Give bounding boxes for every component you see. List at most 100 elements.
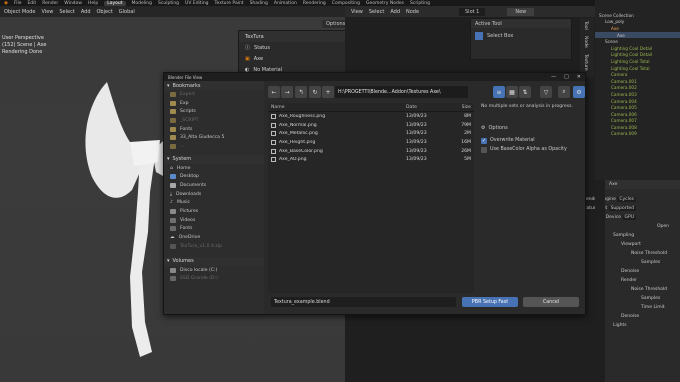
select-menu[interactable]: Select — [59, 9, 74, 15]
close-icon[interactable]: ✕ — [577, 74, 581, 80]
bookmark-item[interactable]: _SCRIPT — [164, 116, 264, 125]
orientation-dropdown[interactable]: Global — [119, 9, 135, 15]
system-item-documents[interactable]: Documents — [164, 181, 264, 190]
list-view-icon[interactable]: ≡ — [493, 86, 505, 98]
tab-tool[interactable]: Tool — [580, 18, 591, 33]
node-add-menu[interactable]: Add — [390, 9, 400, 15]
file-row[interactable]: Axe_BaseColor.png 13/09/23 26M — [268, 147, 474, 156]
outliner-item[interactable]: Axe — [595, 25, 680, 32]
outliner-item[interactable]: Scene Collection — [595, 12, 680, 19]
system-item-onedrive[interactable]: ☁ OneDrive — [164, 233, 264, 242]
node-node-menu[interactable]: Node — [406, 9, 419, 15]
menu-help[interactable]: Help — [88, 1, 98, 6]
system-header[interactable]: ▾ System — [164, 154, 264, 164]
tab-node[interactable]: Node — [580, 33, 591, 51]
sort-icon[interactable]: ⇅ — [519, 86, 531, 98]
volume-item[interactable]: Disco locale (C:) — [164, 266, 264, 275]
prop-lights[interactable]: Lights — [595, 321, 680, 330]
outliner-item[interactable]: Camera.002 — [595, 85, 680, 92]
outliner-item[interactable]: Low_poly — [595, 19, 680, 26]
outliner-item[interactable]: Camera.007 — [595, 118, 680, 125]
outliner-item[interactable]: Camera.009 — [595, 131, 680, 138]
add-menu[interactable]: Add — [81, 9, 91, 15]
parent-folder-icon[interactable]: ↰ — [295, 86, 307, 98]
path-field[interactable]: H:\PROGETTI\Blende...Addon\Textures Axe\ — [335, 86, 468, 98]
bookmark-item[interactable]: Scripts — [164, 107, 264, 116]
overwrite-checkbox[interactable]: ✓ — [481, 137, 487, 144]
new-folder-icon[interactable]: + — [322, 86, 334, 98]
volume-item[interactable]: SSD Grande (D:) — [164, 274, 264, 283]
outliner-item[interactable]: Lighting Cool Total — [595, 58, 680, 65]
menu-file[interactable]: File — [14, 1, 22, 6]
tab-scripting[interactable]: Scripting — [410, 1, 430, 6]
column-size[interactable]: Size — [446, 105, 471, 110]
menu-window[interactable]: Window — [64, 1, 82, 6]
tab-geometry-nodes[interactable]: Geometry Nodes — [366, 1, 404, 6]
prop-sampling[interactable]: Sampling — [595, 231, 680, 240]
search-icon[interactable]: ⌕ — [558, 86, 570, 98]
prop-denoise-render[interactable]: Denoise — [595, 312, 680, 321]
tab-layout[interactable]: Layout — [104, 0, 126, 6]
outliner-item[interactable]: Lighting Cool Detail — [595, 45, 680, 52]
system-item-desktop[interactable]: Desktop — [164, 173, 264, 182]
tab-uv-editing[interactable]: UV Editing — [185, 1, 208, 6]
bookmark-item[interactable]: ... — [164, 142, 264, 151]
outliner-item[interactable]: Camera.008 — [595, 124, 680, 131]
outliner-item[interactable]: Camera.001 — [595, 78, 680, 85]
outliner-item[interactable]: Lighting Cool Total — [595, 65, 680, 72]
tab-rendering[interactable]: Rendering — [303, 1, 326, 6]
outliner-item[interactable]: Camera.004 — [595, 98, 680, 105]
basecolor-alpha-option[interactable]: Use BaseColor Alpha as Opacity — [478, 145, 585, 154]
system-item-music[interactable]: ♪ Music — [164, 199, 264, 208]
prop-denoise[interactable]: Denoise — [595, 267, 680, 276]
prop-device[interactable]: Device GPU — [595, 213, 680, 222]
column-date[interactable]: Date — [406, 105, 446, 110]
back-arrow-icon[interactable]: ← — [268, 86, 280, 98]
tab-modeling[interactable]: Modeling — [132, 1, 152, 6]
minimize-icon[interactable]: — — [551, 74, 556, 80]
blender-logo-icon[interactable]: ◉ — [4, 1, 8, 6]
prop-viewport[interactable]: Viewport — [595, 240, 680, 249]
pbr-setup-fast-button[interactable]: PBR Setup Fast — [462, 297, 518, 307]
bookmark-item[interactable]: Export — [164, 90, 264, 99]
file-row[interactable]: Axe_Normal.png 13/09/23 79M — [268, 121, 474, 130]
forward-arrow-icon[interactable]: → — [281, 86, 293, 98]
system-item-home[interactable]: ⌂ Home — [164, 164, 264, 173]
file-row[interactable]: Axe_Roughness.png 13/09/23 8M — [268, 112, 474, 121]
prop-open[interactable]: Open — [595, 222, 680, 231]
select-box-icon[interactable] — [475, 32, 483, 40]
outliner-item[interactable]: Axe — [595, 31, 680, 39]
object-menu[interactable]: Object — [97, 9, 113, 15]
tab-texture-paint[interactable]: Texture Paint — [215, 1, 244, 6]
cancel-button[interactable]: Cancel — [523, 297, 579, 307]
prop-feature-set[interactable]: Feature Set Supported — [581, 204, 680, 213]
filename-field[interactable]: Textura_example.blend — [271, 297, 456, 307]
maximize-icon[interactable]: □ — [564, 74, 569, 80]
npanel-title[interactable]: TexTura — [239, 31, 346, 42]
outliner-item[interactable]: Camera — [595, 71, 680, 78]
system-item-pictures[interactable]: Pictures — [164, 207, 264, 216]
tab-sculpting[interactable]: Sculpting — [158, 1, 179, 6]
outliner-item[interactable]: Camera.003 — [595, 91, 680, 98]
system-item-videos[interactable]: Videos — [164, 216, 264, 225]
overwrite-material-option[interactable]: ✓ Overwrite Material — [478, 136, 585, 145]
options-header[interactable]: ⚙ Options — [478, 124, 585, 132]
bookmark-item[interactable]: 33_Alta Giudecca 5 — [164, 133, 264, 142]
properties-tabs[interactable] — [595, 180, 605, 382]
tab-texture[interactable]: Texture — [580, 51, 591, 73]
filter-icon[interactable]: ▽ — [540, 86, 552, 98]
tab-compositing[interactable]: Compositing — [332, 1, 360, 6]
menu-edit[interactable]: Edit — [27, 1, 36, 6]
outliner-item[interactable]: Camera.006 — [595, 111, 680, 118]
system-item-zip[interactable]: TexTura_v1.0.4.zip — [164, 242, 264, 251]
settings-gear-icon[interactable]: ⚙ — [573, 86, 585, 98]
outliner-item[interactable]: Camera.005 — [595, 104, 680, 111]
alpha-checkbox[interactable] — [481, 146, 487, 153]
tab-animation[interactable]: Animation — [274, 1, 297, 6]
bookmarks-header[interactable]: ▾ Bookmarks — [164, 81, 264, 90]
prop-render[interactable]: Render — [595, 276, 680, 285]
new-material-button[interactable]: New — [507, 7, 535, 16]
volumes-header[interactable]: ▾ Volumes — [164, 256, 264, 266]
node-select-menu[interactable]: Select — [369, 9, 384, 15]
view-menu[interactable]: View — [42, 9, 54, 15]
